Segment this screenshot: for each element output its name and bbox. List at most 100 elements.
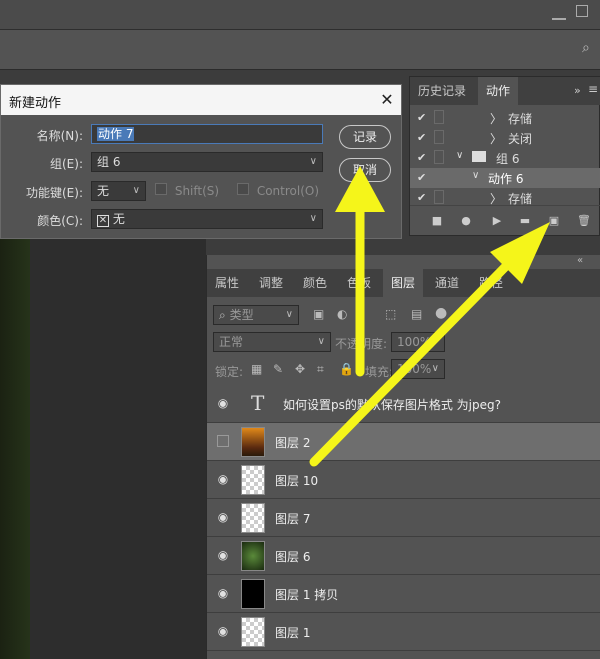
check-icon[interactable]: ✔ (417, 151, 426, 164)
tab-history[interactable]: 历史记录 (410, 77, 474, 105)
options-bar: ⌕ (0, 30, 600, 70)
opacity-field[interactable]: 100% (391, 332, 445, 352)
lock-artboard-icon[interactable]: ⌗ (317, 362, 324, 377)
shape-filter-icon[interactable]: ⬚ (385, 307, 396, 321)
check-icon[interactable]: ✔ (417, 171, 426, 184)
action-row-selected[interactable]: ✔ ∨ 动作 6 (410, 168, 600, 188)
layer-row-selected[interactable]: 图层 2 (207, 423, 600, 461)
eye-icon[interactable]: ◉ (215, 396, 231, 410)
trash-icon[interactable]: 🗑 (575, 212, 593, 230)
dialog-toggle[interactable] (434, 190, 444, 204)
panel-collapse-icon[interactable]: » (574, 84, 581, 97)
lock-brush-icon[interactable]: ✎ (273, 362, 283, 376)
chevron-down-icon: ∨ (431, 363, 439, 374)
control-option[interactable]: Control(O) (237, 183, 319, 198)
record-button[interactable]: 记录 (339, 125, 391, 149)
chevron-down-icon: ∨ (285, 309, 293, 320)
chevron-down-icon[interactable]: ∨ (472, 170, 479, 181)
record-icon[interactable]: ● (457, 212, 475, 230)
tab-adjustments[interactable]: 调整 (251, 269, 291, 297)
check-icon[interactable]: ✔ (417, 131, 426, 144)
visibility-toggle[interactable] (217, 435, 229, 447)
eye-icon[interactable]: ◉ (215, 510, 231, 524)
name-field-value: 动作 7 (97, 127, 135, 141)
group-select-value: 组 6 (97, 155, 121, 169)
new-action-icon[interactable]: ▣ (545, 212, 563, 230)
dialog-titlebar: 新建动作 ✕ (1, 85, 401, 115)
eye-icon[interactable]: ◉ (215, 624, 231, 638)
dialog-toggle[interactable] (434, 170, 444, 184)
panel-collapse-icon[interactable]: « (577, 255, 583, 266)
eye-icon[interactable]: ◉ (215, 548, 231, 562)
name-field[interactable]: 动作 7 (91, 124, 323, 144)
shift-label: Shift(S) (174, 184, 220, 198)
fill-label: 填充: (365, 365, 394, 379)
layer-row[interactable]: ◉ T 如何设置ps的默认保存图片格式 为jpeg? (207, 385, 600, 423)
eye-icon[interactable]: ◉ (215, 472, 231, 486)
tab-color[interactable]: 颜色 (295, 269, 335, 297)
layer-name: 图层 1 拷贝 (275, 588, 339, 602)
lock-position-icon[interactable]: ✥ (295, 362, 305, 376)
layer-row[interactable]: ◉ 图层 1 拷贝 (207, 575, 600, 613)
color-select[interactable]: ✕ 无 ∨ (91, 209, 323, 229)
smart-object-filter-icon[interactable]: ▤ (411, 307, 422, 321)
dialog-toggle[interactable] (434, 150, 444, 164)
layer-filter-select[interactable]: ⌕ 类型 ∨ (213, 305, 299, 325)
group-select[interactable]: 组 6 ∨ (91, 152, 323, 172)
tab-paths[interactable]: 路径 (471, 269, 511, 297)
layer-row[interactable]: ◉ 图层 7 (207, 499, 600, 537)
shift-checkbox[interactable] (155, 183, 167, 195)
check-icon[interactable]: ✔ (417, 111, 426, 124)
tab-swatches[interactable]: 色板 (339, 269, 379, 297)
tab-properties[interactable]: 属性 (207, 269, 247, 297)
layer-row[interactable]: ◉ 图层 6 (207, 537, 600, 575)
eye-icon[interactable]: ◉ (215, 586, 231, 600)
action-row[interactable]: ✔ ∨ 组 6 (410, 148, 600, 168)
pixel-filter-icon[interactable]: ▣ (313, 307, 324, 321)
actions-panel: 历史记录 动作 » ≡ ✔ 〉 存储 ✔ 〉 关闭 ✔ ∨ 组 6 ✔ ∨ 动作… (409, 76, 600, 236)
function-key-select[interactable]: 无 ∨ (91, 181, 146, 201)
filter-toggle-icon[interactable]: ● (435, 305, 447, 321)
layer-thumbnail (241, 617, 265, 647)
folder-icon (472, 151, 486, 162)
dialog-toggle[interactable] (434, 130, 444, 144)
group-label: 组(E): (50, 157, 83, 171)
close-icon[interactable]: ✕ (375, 88, 399, 112)
chevron-down-icon: ∨ (317, 336, 325, 347)
chevron-down-icon[interactable]: ∨ (456, 150, 463, 161)
expand-icon[interactable]: 〉 (490, 110, 502, 127)
layer-row[interactable]: ◉ 图层 1 (207, 613, 600, 651)
dialog-title: 新建动作 (9, 96, 62, 111)
layer-thumbnail (241, 579, 265, 609)
control-label: Control(O) (256, 184, 320, 198)
layer-row[interactable]: ◉ 图层 10 (207, 461, 600, 499)
tab-channels[interactable]: 通道 (427, 269, 467, 297)
shift-option[interactable]: Shift(S) (155, 183, 219, 198)
adjustment-filter-icon[interactable]: ◐ (337, 307, 347, 321)
lock-label: 锁定: (215, 365, 244, 379)
stop-icon[interactable]: ■ (428, 212, 446, 230)
action-row[interactable]: ✔ 〉 关闭 (410, 128, 600, 148)
tab-actions[interactable]: 动作 (478, 77, 519, 105)
tab-layers[interactable]: 图层 (383, 269, 424, 297)
check-icon[interactable]: ✔ (417, 191, 426, 204)
cancel-button[interactable]: 取消 (339, 158, 391, 182)
name-label: 名称(N): (36, 129, 83, 143)
control-checkbox[interactable] (237, 183, 249, 195)
new-action-dialog: 新建动作 ✕ 名称(N): 动作 7 记录 组(E): 组 6 ∨ 取消 功能键… (0, 84, 402, 239)
lock-transparent-icon[interactable]: ▦ (251, 362, 262, 376)
fill-field[interactable]: 100% ∨ (391, 359, 445, 379)
panel-menu-icon[interactable]: ≡ (588, 82, 598, 96)
play-icon[interactable]: ▶ (488, 212, 506, 230)
action-row[interactable]: ✔ 〉 存储 (410, 108, 600, 128)
dialog-toggle[interactable] (434, 110, 444, 124)
search-icon[interactable]: ⌕ (582, 40, 590, 56)
type-filter-icon[interactable]: T (357, 307, 364, 321)
expand-icon[interactable]: 〉 (490, 130, 502, 147)
minimize-icon[interactable] (552, 6, 566, 20)
blend-mode-value: 正常 (219, 335, 244, 349)
maximize-icon[interactable] (576, 5, 588, 17)
blend-mode-select[interactable]: 正常 ∨ (213, 332, 331, 352)
new-set-icon[interactable]: ▬ (516, 212, 534, 230)
lock-all-icon[interactable]: 🔒 (339, 362, 354, 376)
